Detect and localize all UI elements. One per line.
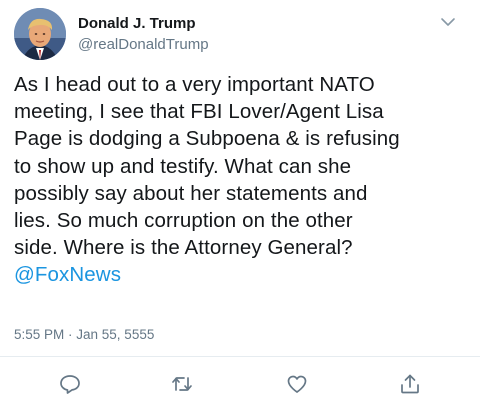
tweet-card: Donald J. Trump @realDonaldTrump As I he… (0, 0, 480, 410)
avatar[interactable] (14, 8, 66, 60)
tweet-text-line: Page is dodging a Subpoena & is refusing (14, 127, 400, 151)
tweet-timestamp[interactable]: 5:55 PM · Jan 55, 5555 (14, 327, 154, 342)
reply-icon[interactable] (58, 372, 82, 396)
retweet-icon[interactable] (170, 372, 194, 396)
author-display-name[interactable]: Donald J. Trump (78, 15, 196, 32)
tweet-text-line: meeting, I see that FBI Lover/Agent Lisa (14, 100, 384, 124)
tweet-text-line: to show up and testify. What can she (14, 154, 352, 178)
mention-link[interactable]: @FoxNews (14, 261, 472, 288)
tweet-text-line: side. Where is the Attorney General? (14, 236, 353, 260)
share-icon[interactable] (398, 372, 422, 396)
tweet-text-line: possibly say about her statements and (14, 181, 368, 205)
chevron-down-icon[interactable] (438, 12, 458, 32)
author-handle[interactable]: @realDonaldTrump (78, 36, 209, 53)
divider (0, 356, 480, 357)
tweet-text-line: As I head out to a very important NATO (14, 73, 375, 96)
tweet-text-line: lies. So much corruption on the other (14, 209, 353, 233)
tweet-text: As I head out to a very important NATO m… (14, 71, 472, 289)
like-icon[interactable] (285, 372, 309, 396)
